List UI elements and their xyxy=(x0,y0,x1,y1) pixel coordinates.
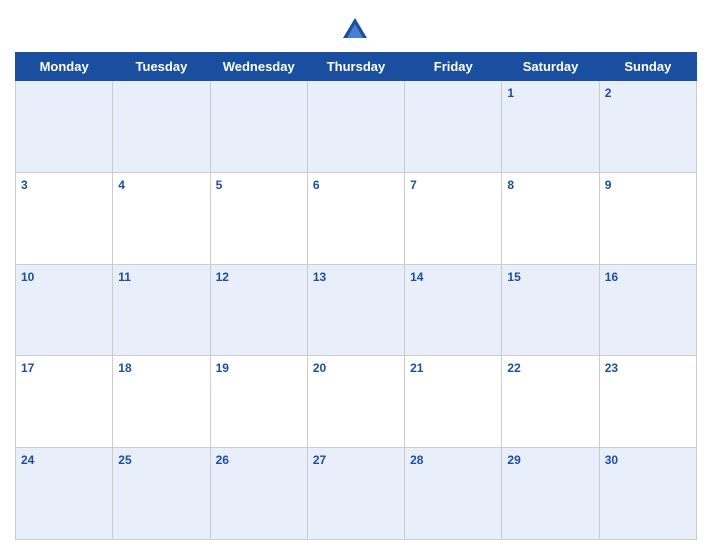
calendar-cell: 1 xyxy=(502,81,599,173)
weekday-header-tuesday: Tuesday xyxy=(113,53,210,81)
calendar-cell: 16 xyxy=(599,264,696,356)
calendar-cell: 29 xyxy=(502,448,599,540)
day-number: 28 xyxy=(410,453,423,467)
day-number: 18 xyxy=(118,361,131,375)
calendar-week-row: 17 18 19 20 21 22 23 xyxy=(16,356,697,448)
calendar-week-row: 10 11 12 13 14 15 16 xyxy=(16,264,697,356)
calendar-cell: 13 xyxy=(307,264,404,356)
calendar-cell: 8 xyxy=(502,172,599,264)
calendar-cell: 20 xyxy=(307,356,404,448)
calendar-week-row: 24 25 26 27 28 29 30 xyxy=(16,448,697,540)
logo-icon xyxy=(339,14,371,46)
calendar-cell: 25 xyxy=(113,448,210,540)
day-number: 12 xyxy=(216,270,229,284)
calendar-cell: 19 xyxy=(210,356,307,448)
weekday-header-wednesday: Wednesday xyxy=(210,53,307,81)
calendar-cell: 10 xyxy=(16,264,113,356)
weekday-header-friday: Friday xyxy=(405,53,502,81)
calendar-cell: 17 xyxy=(16,356,113,448)
calendar-cell: 27 xyxy=(307,448,404,540)
day-number: 19 xyxy=(216,361,229,375)
weekday-header-row: MondayTuesdayWednesdayThursdayFridaySatu… xyxy=(16,53,697,81)
day-number: 29 xyxy=(507,453,520,467)
day-number: 13 xyxy=(313,270,326,284)
day-number: 15 xyxy=(507,270,520,284)
day-number: 23 xyxy=(605,361,618,375)
calendar-cell xyxy=(16,81,113,173)
calendar-cell: 4 xyxy=(113,172,210,264)
weekday-header-saturday: Saturday xyxy=(502,53,599,81)
calendar-cell: 6 xyxy=(307,172,404,264)
calendar-week-row: 12 xyxy=(16,81,697,173)
calendar-cell xyxy=(210,81,307,173)
calendar-body: 1234567891011121314151617181920212223242… xyxy=(16,81,697,540)
weekday-header-thursday: Thursday xyxy=(307,53,404,81)
calendar-cell: 30 xyxy=(599,448,696,540)
calendar-cell: 23 xyxy=(599,356,696,448)
calendar-cell: 15 xyxy=(502,264,599,356)
calendar-cell xyxy=(113,81,210,173)
day-number: 2 xyxy=(605,86,612,100)
calendar-cell: 7 xyxy=(405,172,502,264)
calendar-cell: 21 xyxy=(405,356,502,448)
weekday-header-monday: Monday xyxy=(16,53,113,81)
day-number: 10 xyxy=(21,270,34,284)
calendar-cell xyxy=(405,81,502,173)
day-number: 24 xyxy=(21,453,34,467)
day-number: 17 xyxy=(21,361,34,375)
day-number: 25 xyxy=(118,453,131,467)
calendar-thead: MondayTuesdayWednesdayThursdayFridaySatu… xyxy=(16,53,697,81)
calendar-table: MondayTuesdayWednesdayThursdayFridaySatu… xyxy=(15,52,697,540)
day-number: 7 xyxy=(410,178,417,192)
day-number: 6 xyxy=(313,178,320,192)
day-number: 4 xyxy=(118,178,125,192)
calendar-cell: 28 xyxy=(405,448,502,540)
day-number: 30 xyxy=(605,453,618,467)
calendar-cell: 9 xyxy=(599,172,696,264)
calendar-cell: 26 xyxy=(210,448,307,540)
day-number: 16 xyxy=(605,270,618,284)
calendar-week-row: 3 4 5 6 7 8 9 xyxy=(16,172,697,264)
weekday-header-sunday: Sunday xyxy=(599,53,696,81)
calendar-cell: 24 xyxy=(16,448,113,540)
calendar-cell: 2 xyxy=(599,81,696,173)
calendar-cell xyxy=(307,81,404,173)
calendar-cell: 11 xyxy=(113,264,210,356)
day-number: 22 xyxy=(507,361,520,375)
calendar-page: MondayTuesdayWednesdayThursdayFridaySatu… xyxy=(0,0,712,550)
day-number: 26 xyxy=(216,453,229,467)
logo xyxy=(339,14,374,46)
day-number: 1 xyxy=(507,86,514,100)
day-number: 20 xyxy=(313,361,326,375)
day-number: 9 xyxy=(605,178,612,192)
calendar-cell: 5 xyxy=(210,172,307,264)
calendar-cell: 3 xyxy=(16,172,113,264)
day-number: 3 xyxy=(21,178,28,192)
day-number: 14 xyxy=(410,270,423,284)
day-number: 27 xyxy=(313,453,326,467)
calendar-cell: 18 xyxy=(113,356,210,448)
day-number: 11 xyxy=(118,270,131,284)
calendar-cell: 12 xyxy=(210,264,307,356)
day-number: 8 xyxy=(507,178,514,192)
day-number: 21 xyxy=(410,361,423,375)
calendar-cell: 22 xyxy=(502,356,599,448)
day-number: 5 xyxy=(216,178,223,192)
calendar-header xyxy=(15,10,697,46)
calendar-cell: 14 xyxy=(405,264,502,356)
